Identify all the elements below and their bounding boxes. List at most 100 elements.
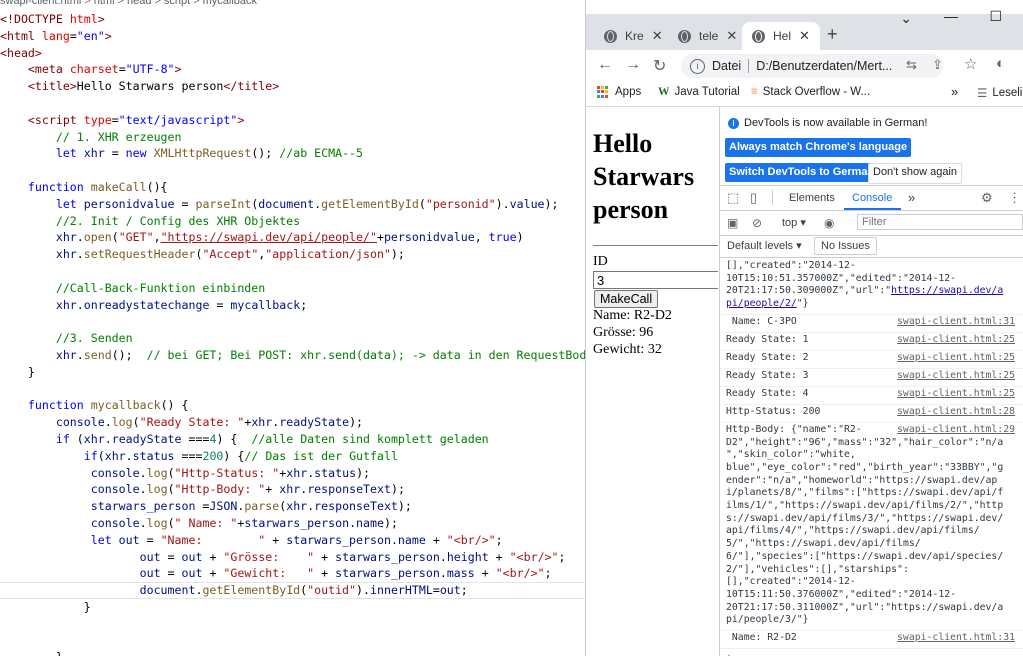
- browser-tab-2[interactable]: tele ✕: [668, 22, 740, 50]
- no-issues-button[interactable]: No Issues: [814, 237, 877, 255]
- breadcrumb-item[interactable]: head: [127, 0, 151, 7]
- tab-console[interactable]: Console: [852, 192, 892, 204]
- code-token: onreadystatechange: [83, 297, 210, 312]
- bookmark-java-tutorial[interactable]: W Java Tutorial: [658, 86, 740, 98]
- source-link[interactable]: swapi-client.html:25: [897, 334, 1015, 345]
- tab-elements[interactable]: Elements: [789, 192, 835, 204]
- console-output[interactable]: [],"created":"2014-12- 10T15:10:51.35700…: [720, 258, 1023, 656]
- tab-search-icon[interactable]: ⌄: [900, 10, 912, 27]
- console-link[interactable]: https://swapi.dev/a pi/people/2/: [726, 285, 1003, 309]
- source-link[interactable]: swapi-client.html:25: [897, 388, 1015, 399]
- tab-title: Hel: [773, 29, 792, 43]
- devtools-tabs: ⬚ ▯ Elements Console » ⚙ ⋮: [720, 186, 1023, 211]
- code-token: ();: [111, 347, 147, 362]
- code-line: starwars_person =JSON.parse(xhr.response…: [0, 498, 585, 515]
- code-token: mass: [446, 566, 475, 581]
- bookmark-stack-overflow[interactable]: ≡ Stack Overflow - W...: [751, 86, 870, 98]
- console-message-text: [],"created":"2014-12- 10T15:10:51.35700…: [726, 260, 1004, 310]
- code-token: makeCall: [90, 179, 147, 194]
- info-icon[interactable]: i: [690, 58, 705, 74]
- language-infobar: i DevTools is now available in German! A…: [720, 107, 1023, 186]
- address-bar[interactable]: i Datei D:/Benutzerdaten/Mert...: [681, 54, 943, 78]
- default-levels-dropdown[interactable]: Default levels ▾: [727, 239, 802, 252]
- gear-icon[interactable]: ⚙: [981, 190, 993, 206]
- console-prompt[interactable]: ›: [726, 650, 733, 656]
- source-link[interactable]: swapi-client.html:31: [897, 632, 1015, 643]
- code-token: (: [167, 465, 175, 480]
- maximize-icon[interactable]: ☐: [989, 8, 1002, 25]
- code-line: <script type="text/javascript">: [0, 112, 585, 129]
- personid-input[interactable]: [593, 271, 718, 289]
- url-text[interactable]: D:/Benutzerdaten/Mert...: [756, 59, 916, 73]
- share-icon[interactable]: ⇪: [932, 57, 943, 73]
- source-link[interactable]: swapi-client.html:28: [897, 406, 1015, 417]
- forward-icon[interactable]: →: [625, 56, 641, 74]
- code-token: "Gewicht: ": [223, 566, 315, 581]
- code-token: .: [76, 247, 84, 262]
- kebab-menu-icon[interactable]: ⋮: [1008, 190, 1021, 206]
- source-link[interactable]: swapi-client.html:31: [897, 316, 1015, 327]
- profile-icon[interactable]: ◐: [996, 55, 1005, 72]
- reading-list[interactable]: ☰ Leseli: [977, 86, 1022, 100]
- source-link[interactable]: swapi-client.html:25: [897, 370, 1015, 381]
- translate-icon[interactable]: ⇆: [906, 57, 917, 73]
- source-link[interactable]: swapi-client.html:29: [897, 424, 1015, 435]
- more-tabs-icon[interactable]: »: [908, 190, 915, 205]
- browser-tab-3-active[interactable]: Hel ✕: [742, 22, 820, 50]
- code-token: log: [146, 515, 168, 530]
- back-icon[interactable]: ←: [597, 56, 613, 74]
- close-tab-icon[interactable]: ✕: [799, 28, 810, 44]
- source-link[interactable]: swapi-client.html:25: [897, 352, 1015, 363]
- code-token: out: [139, 549, 161, 564]
- code-token: name: [397, 532, 426, 547]
- clear-console-icon[interactable]: ⊘: [752, 216, 762, 230]
- code-token: XMLHttpRequest: [153, 146, 252, 161]
- breadcrumb-item[interactable]: mycallback: [203, 0, 257, 7]
- code-token: //alle Daten sind komplett geladen: [251, 431, 489, 446]
- reload-icon[interactable]: ↻: [653, 56, 666, 76]
- new-tab-button[interactable]: +: [827, 24, 838, 45]
- minimize-icon[interactable]: —: [944, 8, 958, 24]
- code-token: new: [125, 146, 154, 161]
- code-line: function makeCall(){: [0, 179, 585, 196]
- code-area[interactable]: <!DOCTYPE html> <html lang="en"> <head> <m…: [0, 11, 585, 656]
- code-token: if: [55, 431, 77, 446]
- bookmark-star-icon[interactable]: ☆: [964, 55, 977, 73]
- makecall-button[interactable]: MakeCall: [594, 290, 659, 308]
- code-token: );: [544, 196, 559, 211]
- close-tab-icon[interactable]: ✕: [652, 28, 663, 44]
- bookmark-apps[interactable]: Apps: [597, 86, 641, 98]
- console-message-text: Name: R2-D2: [726, 632, 797, 643]
- browser-tab-1[interactable]: Kre ✕: [594, 22, 666, 50]
- close-tab-icon[interactable]: ✕: [726, 28, 737, 44]
- eye-icon[interactable]: ◉: [824, 216, 834, 230]
- code-token: send: [83, 347, 112, 362]
- device-toolbar-icon[interactable]: ▯: [750, 190, 757, 206]
- inspect-element-icon[interactable]: ⬚: [727, 190, 739, 206]
- context-selector[interactable]: top ▾: [782, 216, 806, 229]
- code-token: status: [132, 448, 175, 463]
- id-label: ID: [593, 254, 608, 269]
- breadcrumb-item[interactable]: html: [94, 0, 115, 7]
- sidebar-toggle-icon[interactable]: ▣: [727, 216, 738, 230]
- filter-input[interactable]: [857, 214, 1023, 230]
- breadcrumb-item[interactable]: script: [164, 0, 190, 7]
- code-token: starwars_person: [286, 532, 391, 547]
- always-match-language-button[interactable]: Always match Chrome's language: [725, 138, 912, 157]
- switch-to-german-button[interactable]: Switch DevTools to German: [725, 163, 879, 182]
- code-token: .: [439, 549, 447, 564]
- code-token: 200: [202, 448, 224, 463]
- breadcrumb-item[interactable]: swapi-client.html: [0, 0, 81, 7]
- more-bookmarks-icon[interactable]: »: [951, 84, 958, 99]
- code-token: ;: [460, 583, 468, 598]
- code-token: open: [83, 230, 112, 245]
- dont-show-again-button[interactable]: Don't show again: [868, 163, 963, 184]
- code-editor[interactable]: swapi-client.html > html > head > script > mycal…: [0, 0, 585, 656]
